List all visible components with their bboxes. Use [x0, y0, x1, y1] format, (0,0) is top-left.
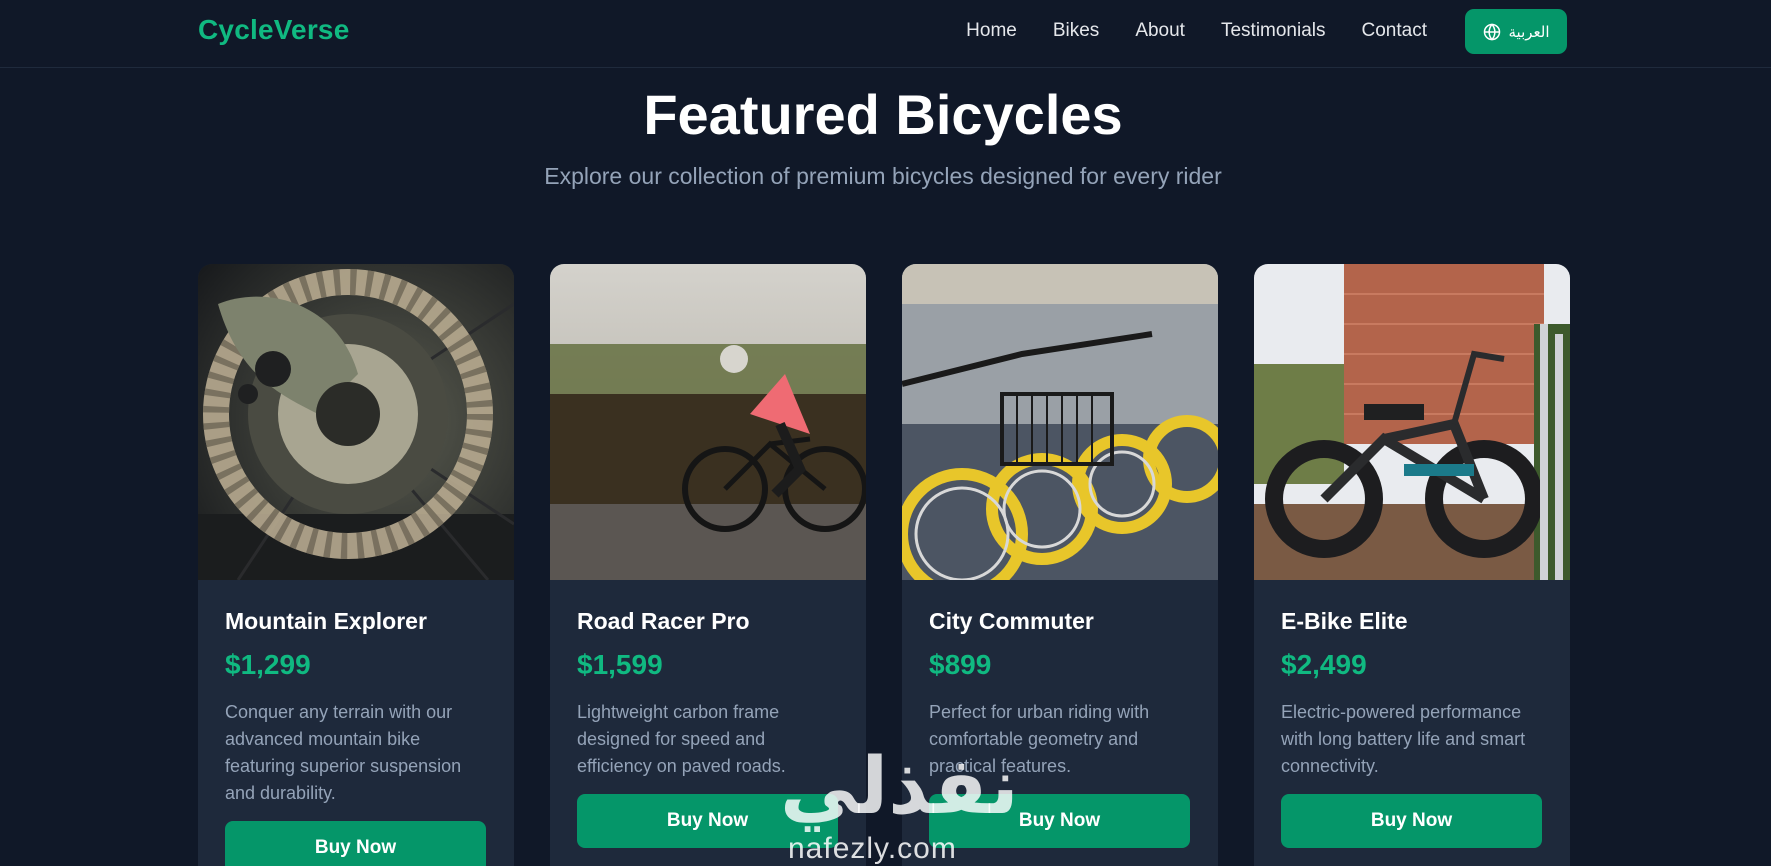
nav-link-home[interactable]: Home [966, 20, 1017, 42]
product-name: City Commuter [929, 608, 1094, 634]
site-logo[interactable]: CycleVerse [198, 14, 349, 46]
buy-now-button[interactable]: Buy Now [225, 821, 486, 866]
product-name: Road Racer Pro [577, 608, 750, 634]
product-card-city-commuter: City Commuter $899 Perfect for urban rid… [902, 264, 1218, 866]
product-card-e-bike-elite: E-Bike Elite $2,499 Electric-powered per… [1254, 264, 1570, 866]
product-description: Lightweight carbon frame designed for sp… [577, 702, 786, 776]
nav-link-bikes[interactable]: Bikes [1053, 20, 1099, 42]
globe-icon [1483, 22, 1500, 41]
product-description: Perfect for urban riding with comfortabl… [929, 702, 1150, 776]
product-name: E-Bike Elite [1281, 608, 1408, 634]
nav-link-about[interactable]: About [1135, 20, 1185, 42]
product-description: Electric-powered performance with long b… [1281, 702, 1526, 776]
buy-now-button[interactable]: Buy Now [577, 794, 838, 848]
road-cyclist-image [550, 264, 866, 580]
buy-now-button[interactable]: Buy Now [929, 794, 1190, 848]
yellow-city-bikes-image [902, 264, 1218, 580]
main-nav: Home Bikes About Testimonials Contact [966, 20, 1427, 42]
section-title: Featured Bicycles [643, 83, 1123, 146]
product-price: $899 [929, 649, 992, 680]
buy-now-button[interactable]: Buy Now [1281, 794, 1542, 848]
parked-ebikes-image [1254, 264, 1570, 580]
product-description: Conquer any terrain with our advanced mo… [225, 702, 462, 803]
product-price: $2,499 [1281, 649, 1367, 680]
language-toggle-label: العربية [1508, 23, 1550, 41]
nav-link-contact[interactable]: Contact [1362, 20, 1427, 42]
site-header: CycleVerse Home Bikes About Testimonials… [0, 0, 1771, 68]
product-price: $1,299 [225, 649, 311, 680]
disc-brake-closeup-image [198, 264, 514, 580]
product-price: $1,599 [577, 649, 663, 680]
nav-link-testimonials[interactable]: Testimonials [1221, 20, 1326, 42]
section-subtitle: Explore our collection of premium bicycl… [544, 163, 1222, 189]
product-name: Mountain Explorer [225, 608, 427, 634]
product-card-road-racer-pro: Road Racer Pro $1,599 Lightweight carbon… [550, 264, 866, 866]
product-grid: Mountain Explorer $1,299 Conquer any ter… [198, 264, 1570, 866]
product-card-mountain-explorer: Mountain Explorer $1,299 Conquer any ter… [198, 264, 514, 866]
language-toggle-button[interactable]: العربية [1465, 9, 1567, 54]
